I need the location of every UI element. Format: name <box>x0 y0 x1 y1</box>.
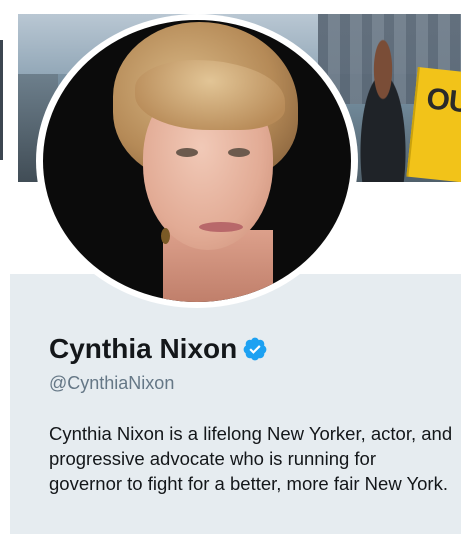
profile-bio: Cynthia Nixon is a lifelong New Yorker, … <box>49 423 453 494</box>
profile-page: OU Cynthia Nixon @CynthiaNixon Cynthia N… <box>0 0 461 534</box>
banner-sign-text: OU <box>424 82 461 120</box>
avatar-eye-left <box>176 148 198 157</box>
avatar-eye-right <box>228 148 250 157</box>
profile-handle[interactable]: @CynthiaNixon <box>49 373 174 394</box>
profile-name[interactable]: Cynthia Nixon <box>49 333 237 365</box>
avatar[interactable] <box>43 20 351 302</box>
verified-badge-icon <box>242 336 268 362</box>
avatar-earring <box>161 228 170 244</box>
left-edge-divider <box>0 40 3 160</box>
profile-name-row: Cynthia Nixon <box>49 333 268 365</box>
avatar-lips <box>199 222 243 232</box>
